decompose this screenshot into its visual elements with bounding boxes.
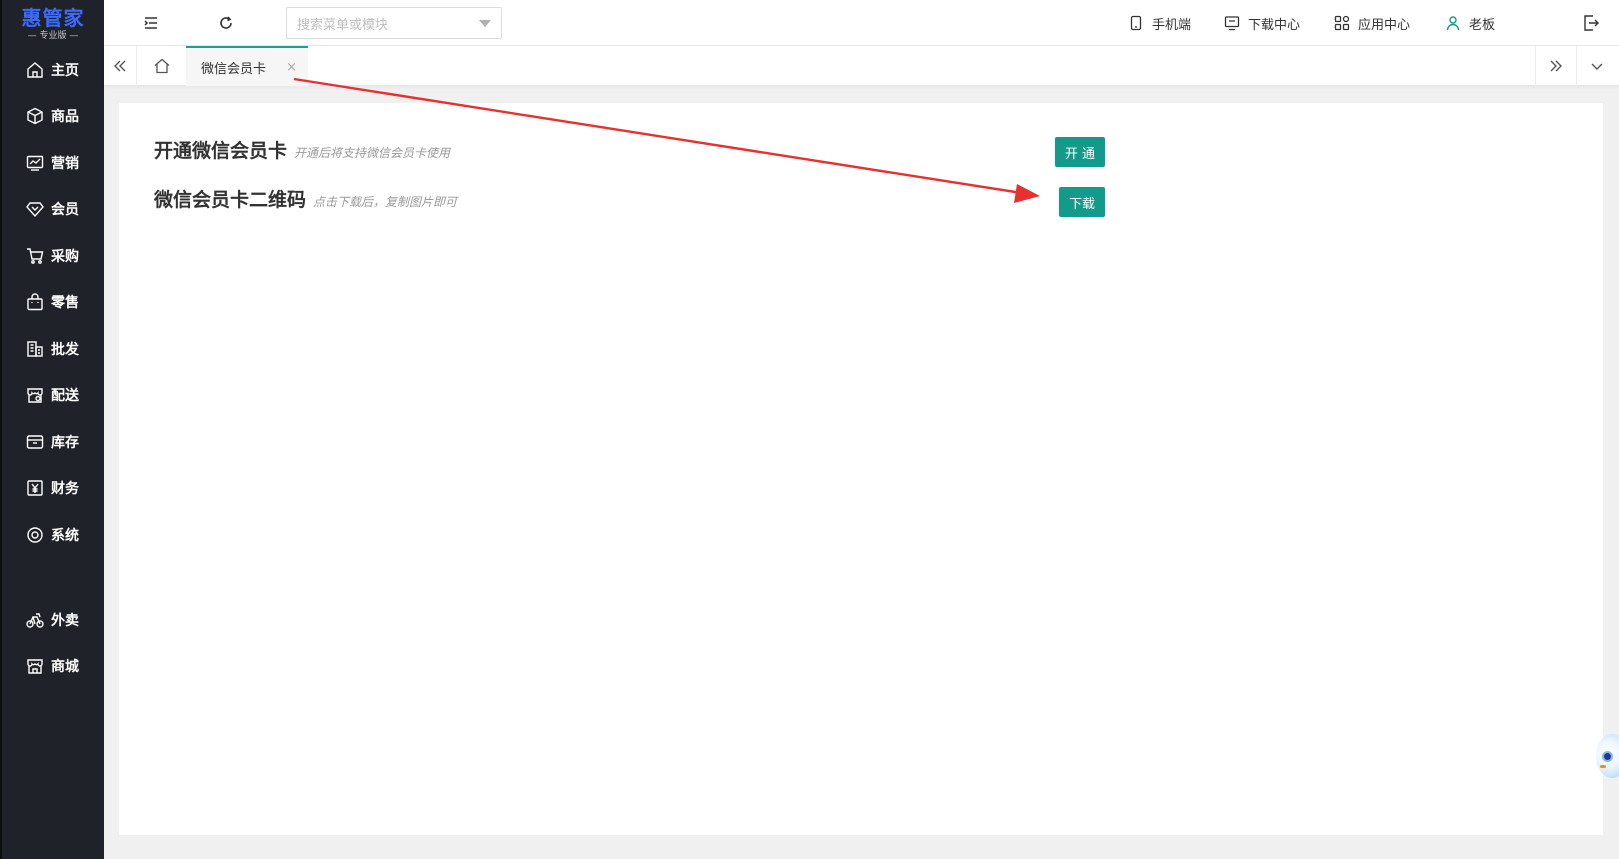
- sidebar-item-system[interactable]: 系统: [2, 515, 104, 555]
- sidebar-item-retail[interactable]: 零售: [2, 282, 104, 322]
- sidebar-item-members[interactable]: 会员: [2, 189, 104, 229]
- sidebar-item-purchase[interactable]: 采购: [2, 236, 104, 276]
- refresh-button[interactable]: [215, 12, 237, 34]
- assistant-eye-icon: [1602, 751, 1613, 762]
- top-header: 搜索菜单或模块 手机端 下载中心 应用中心 老板: [104, 0, 1619, 46]
- qr-code-hint: 点击下载后，复制图片即可: [313, 195, 458, 209]
- main-content-panel: 开通微信会员卡 开通后将支持微信会员卡使用 开 通 微信会员卡二维码 点击下载后…: [119, 103, 1603, 835]
- download-center-link[interactable]: 下载中心: [1224, 11, 1300, 35]
- shop-icon: [27, 659, 43, 674]
- inventory-icon: [26, 435, 44, 449]
- sidebar-item-label: 库存: [51, 435, 79, 451]
- sidebar-item-label: 零售: [51, 295, 79, 311]
- qr-code-row: 微信会员卡二维码 点击下载后，复制图片即可: [154, 185, 457, 212]
- tabs-bar: 微信会员卡 ×: [104, 46, 1619, 86]
- user-icon: [1446, 16, 1460, 31]
- sidebar-item-products[interactable]: 商品: [2, 96, 104, 136]
- sidebar-item-label: 主页: [51, 63, 79, 79]
- chart-icon: [26, 155, 44, 171]
- qr-code-title: 微信会员卡二维码: [154, 189, 307, 211]
- building-icon: [27, 341, 43, 357]
- menu-search-select[interactable]: 搜索菜单或模块: [286, 7, 502, 39]
- sidebar-item-label: 商城: [51, 659, 79, 675]
- double-chevron-left-icon: [114, 60, 126, 72]
- settings-icon: [27, 527, 43, 543]
- refresh-icon: [220, 16, 232, 29]
- tab-label: 微信会员卡: [201, 61, 267, 77]
- cart-icon: [27, 248, 44, 264]
- store-icon: [27, 388, 43, 403]
- logo-title: 惠管家: [21, 5, 85, 30]
- sidebar-item-label: 商品: [51, 109, 79, 125]
- phone-icon: [1130, 15, 1142, 31]
- sidebar-item-label: 财务: [51, 481, 79, 497]
- sidebar-item-label: 批发: [51, 342, 79, 358]
- open-card-hint: 开通后将支持微信会员卡使用: [294, 146, 451, 160]
- home-icon: [154, 58, 169, 74]
- tabs-scroll-left-button[interactable]: [104, 46, 136, 86]
- sidebar-item-label: 营销: [51, 156, 79, 172]
- box-icon: [27, 107, 43, 125]
- sidebar: 惠管家 — 专业版 — 主页 商品 营销 会员 采购 零售 批发 配送 库存 财…: [0, 0, 104, 859]
- sidebar-item-delivery[interactable]: 配送: [2, 375, 104, 415]
- tabs-scroll-right-button[interactable]: [1536, 46, 1576, 86]
- diamond-icon: [26, 202, 44, 218]
- chevron-down-icon: [479, 20, 491, 27]
- home-icon: [27, 62, 43, 78]
- menu-fold-icon: [144, 17, 157, 29]
- mobile-link[interactable]: 手机端: [1128, 11, 1191, 35]
- download-center-label: 下载中心: [1248, 17, 1301, 33]
- activate-button[interactable]: 开 通: [1055, 137, 1105, 167]
- sidebar-item-marketing[interactable]: 营销: [2, 143, 104, 183]
- sidebar-item-inventory[interactable]: 库存: [2, 422, 104, 462]
- collapse-menu-button[interactable]: [140, 12, 162, 34]
- search-placeholder: 搜索菜单或模块: [297, 17, 389, 33]
- sidebar-item-home[interactable]: 主页: [2, 50, 104, 90]
- tabs-menu-button[interactable]: [1577, 46, 1617, 86]
- sidebar-item-mall[interactable]: 商城: [2, 646, 104, 686]
- sidebar-item-finance[interactable]: 财务: [2, 468, 104, 508]
- sidebar-item-label: 配送: [51, 388, 79, 404]
- mobile-label: 手机端: [1152, 17, 1192, 33]
- tab-wechat-member-card[interactable]: 微信会员卡 ×: [186, 46, 308, 86]
- assistant-accent-icon: [1600, 765, 1606, 768]
- app-logo[interactable]: 惠管家 — 专业版 —: [2, 0, 104, 48]
- monitor-icon: [1224, 16, 1240, 31]
- tab-home[interactable]: [137, 46, 186, 86]
- open-card-title: 开通微信会员卡: [154, 140, 288, 162]
- yen-icon: [27, 480, 43, 496]
- sidebar-item-label: 采购: [51, 249, 79, 265]
- sidebar-item-label: 外卖: [51, 613, 79, 629]
- apps-icon: [1334, 15, 1350, 31]
- open-card-row: 开通微信会员卡 开通后将支持微信会员卡使用: [154, 136, 450, 163]
- double-chevron-right-icon: [1550, 60, 1562, 72]
- logout-icon[interactable]: [1582, 14, 1600, 32]
- user-menu[interactable]: 老板: [1445, 11, 1495, 35]
- bag-icon: [27, 293, 43, 311]
- close-icon[interactable]: ×: [286, 60, 297, 75]
- sidebar-item-label: 系统: [51, 528, 79, 544]
- bike-icon: [26, 613, 44, 628]
- download-button[interactable]: 下载: [1059, 187, 1105, 217]
- chevron-down-icon: [1591, 63, 1603, 70]
- sidebar-item-takeout[interactable]: 外卖: [2, 600, 104, 640]
- logo-subtitle: — 专业版 —: [27, 30, 79, 41]
- app-center-label: 应用中心: [1358, 17, 1411, 33]
- sidebar-item-wholesale[interactable]: 批发: [2, 329, 104, 369]
- user-name: 老板: [1469, 17, 1496, 33]
- app-center-link[interactable]: 应用中心: [1334, 11, 1410, 35]
- sidebar-item-label: 会员: [51, 202, 79, 218]
